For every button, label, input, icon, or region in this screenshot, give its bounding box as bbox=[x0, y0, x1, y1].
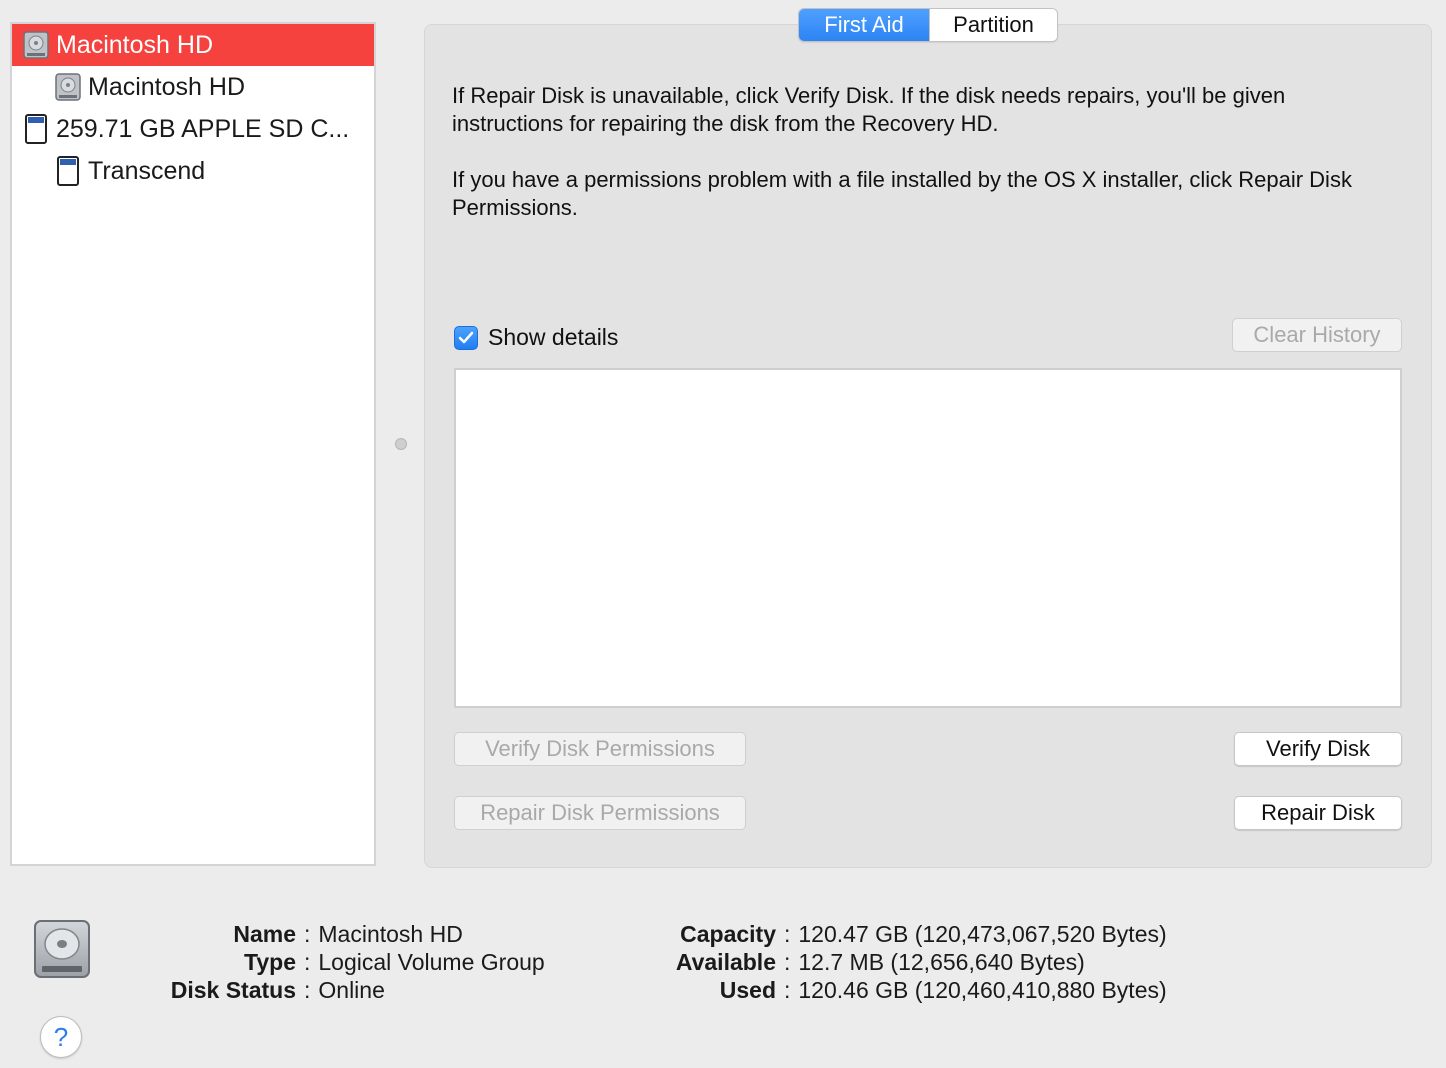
info-value: Logical Volume Group bbox=[318, 949, 545, 975]
hard-disk-icon bbox=[34, 920, 90, 978]
sidebar-item-label: Transcend bbox=[88, 156, 206, 185]
sidebar-item-transcend[interactable]: Transcend bbox=[12, 150, 374, 192]
sidebar-item-label: Macintosh HD bbox=[88, 72, 245, 101]
info-name-row: Name : Macintosh HD bbox=[140, 920, 545, 948]
info-value: 120.47 GB (120,473,067,520 Bytes) bbox=[798, 921, 1167, 947]
sidebar-item-macintosh-hd-volume-group[interactable]: Macintosh HD bbox=[12, 24, 374, 66]
info-value: 120.46 GB (120,460,410,880 Bytes) bbox=[798, 977, 1167, 1003]
help-button[interactable]: ? bbox=[40, 1016, 82, 1058]
info-value: Online bbox=[318, 977, 385, 1003]
repair-disk-instructions: If Repair Disk is unavailable, click Ver… bbox=[452, 83, 1286, 136]
clear-history-button[interactable]: Clear History bbox=[1232, 318, 1402, 352]
checkmark-icon bbox=[458, 331, 474, 343]
show-details-toggle[interactable]: Show details bbox=[454, 324, 618, 351]
disk-list-sidebar[interactable]: Macintosh HD Macintosh HD 259.71 GB APPL… bbox=[10, 22, 376, 866]
show-details-checkbox[interactable] bbox=[454, 325, 478, 350]
tab-bar: First Aid Partition bbox=[798, 8, 1058, 42]
info-available-row: Available : 12.7 MB (12,656,640 Bytes) bbox=[620, 948, 1167, 976]
info-key: Used bbox=[719, 977, 776, 1003]
info-value: 12.7 MB (12,656,640 Bytes) bbox=[798, 949, 1085, 975]
disk-info-right: Capacity : 120.47 GB (120,473,067,520 By… bbox=[620, 920, 1167, 1004]
hard-disk-icon bbox=[23, 31, 49, 59]
tab-first-aid[interactable]: First Aid bbox=[799, 9, 929, 41]
info-key: Disk Status bbox=[170, 977, 296, 1003]
sidebar-item-label: 259.71 GB APPLE SD C... bbox=[56, 114, 350, 143]
sidebar-item-macintosh-hd[interactable]: Macintosh HD bbox=[12, 66, 374, 108]
repair-disk-permissions-button[interactable]: Repair Disk Permissions bbox=[454, 796, 746, 830]
disk-info-left: Name : Macintosh HD Type : Logical Volum… bbox=[140, 920, 545, 1004]
sd-card-icon bbox=[57, 156, 79, 186]
sd-card-icon bbox=[25, 114, 47, 144]
info-status-row: Disk Status : Online bbox=[140, 976, 545, 1004]
info-key: Available bbox=[675, 949, 776, 975]
verify-disk-button[interactable]: Verify Disk bbox=[1234, 732, 1402, 766]
info-key: Name bbox=[233, 921, 296, 947]
hard-disk-icon bbox=[55, 73, 81, 101]
info-key: Capacity bbox=[680, 921, 776, 947]
show-details-label: Show details bbox=[488, 324, 619, 350]
info-capacity-row: Capacity : 120.47 GB (120,473,067,520 By… bbox=[620, 920, 1167, 948]
details-log-area[interactable] bbox=[454, 368, 1402, 708]
sidebar-item-sd-card[interactable]: 259.71 GB APPLE SD C... bbox=[12, 108, 374, 150]
tab-partition[interactable]: Partition bbox=[929, 9, 1057, 41]
verify-disk-permissions-button[interactable]: Verify Disk Permissions bbox=[454, 732, 746, 766]
sidebar-item-label: Macintosh HD bbox=[56, 30, 213, 59]
info-key: Type bbox=[244, 949, 296, 975]
info-type-row: Type : Logical Volume Group bbox=[140, 948, 545, 976]
repair-disk-button[interactable]: Repair Disk bbox=[1234, 796, 1402, 830]
disk-utility-window: Macintosh HD Macintosh HD 259.71 GB APPL… bbox=[0, 0, 1446, 1068]
split-view-handle[interactable] bbox=[395, 438, 407, 450]
permissions-instructions: If you have a permissions problem with a… bbox=[452, 167, 1352, 220]
info-used-row: Used : 120.46 GB (120,460,410,880 Bytes) bbox=[620, 976, 1167, 1004]
info-value: Macintosh HD bbox=[318, 921, 463, 947]
